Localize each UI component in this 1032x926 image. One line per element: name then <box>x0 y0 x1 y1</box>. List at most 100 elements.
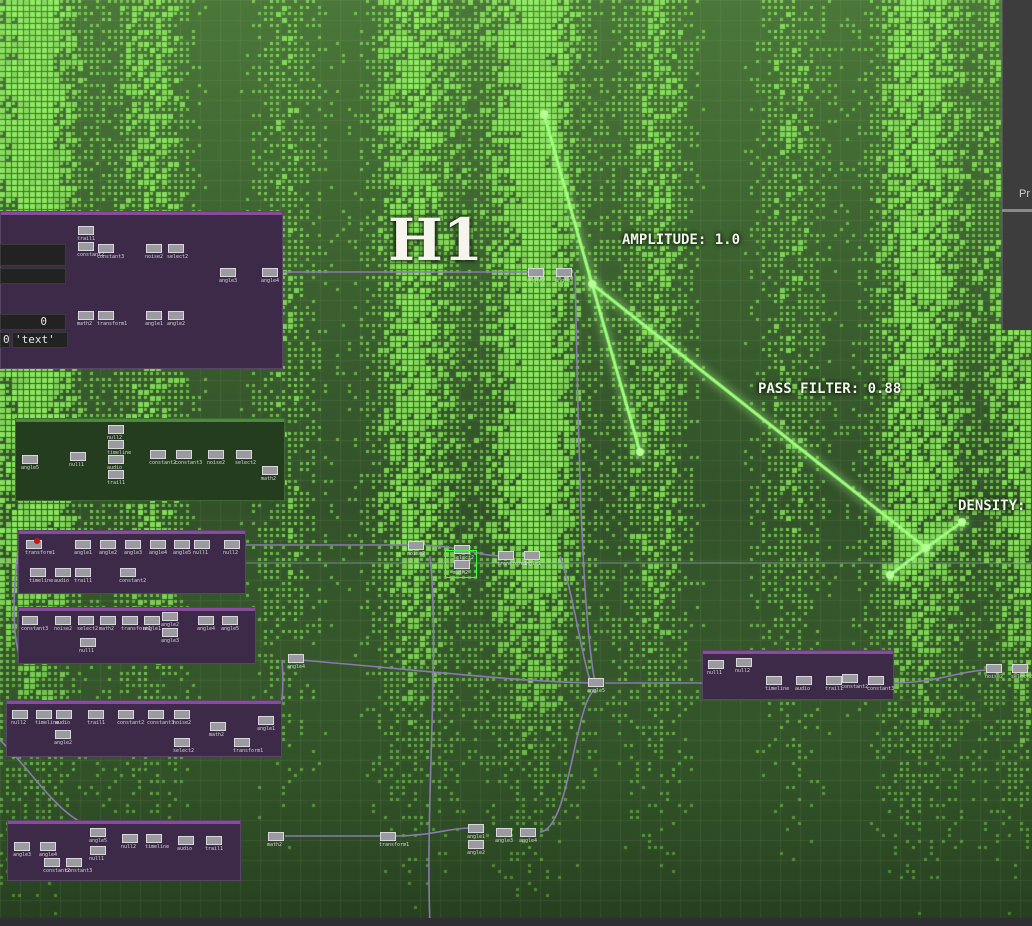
operator-node-19[interactable] <box>176 450 192 459</box>
table-dat-viewer[interactable]: 0 0 'text' <box>0 244 72 348</box>
operator-node-86[interactable] <box>268 832 284 841</box>
operator-node-42[interactable] <box>162 628 178 637</box>
operator-node-4[interactable] <box>146 244 162 253</box>
operator-node-label: null1 <box>79 648 95 654</box>
operator-node-57[interactable] <box>55 730 71 739</box>
operator-node-53[interactable] <box>174 738 190 747</box>
operator-node-29[interactable] <box>194 540 210 549</box>
operator-node-6[interactable] <box>78 311 94 320</box>
operator-node-79[interactable] <box>766 676 782 685</box>
operator-node-5[interactable] <box>168 244 184 253</box>
operator-node-71[interactable] <box>498 551 514 560</box>
operator-node-87[interactable] <box>380 832 396 841</box>
operator-node-76[interactable] <box>588 678 604 687</box>
operator-node-39[interactable] <box>122 616 138 625</box>
network-panel-right[interactable] <box>702 650 894 700</box>
operator-node-30[interactable] <box>224 540 240 549</box>
operator-node-31[interactable] <box>30 568 46 577</box>
operator-node-38[interactable] <box>100 616 116 625</box>
operator-node-77[interactable] <box>708 660 724 669</box>
operator-node-63[interactable] <box>146 834 162 843</box>
operator-node-81[interactable] <box>826 676 842 685</box>
operator-node-label: math2 <box>261 476 277 482</box>
operator-node-label: select2 <box>167 254 189 260</box>
operator-node-21[interactable] <box>236 450 252 459</box>
operator-node-40[interactable] <box>144 616 160 625</box>
table-cell-text: 'text' <box>12 332 68 348</box>
operator-node-67[interactable] <box>66 858 82 867</box>
operator-node-18[interactable] <box>150 450 166 459</box>
operator-node-3[interactable] <box>98 244 114 253</box>
operator-node-12[interactable] <box>22 455 38 464</box>
operator-node-50[interactable] <box>118 710 134 719</box>
operator-node-17[interactable] <box>108 470 124 479</box>
operator-node-27[interactable] <box>150 540 166 549</box>
operator-node-34[interactable] <box>120 568 136 577</box>
operator-node-54[interactable] <box>210 722 226 731</box>
operator-node-83[interactable] <box>868 676 884 685</box>
operator-node-33[interactable] <box>75 568 91 577</box>
operator-node-7[interactable] <box>98 311 114 320</box>
operator-node-label: constant3 <box>175 460 203 466</box>
operator-node-label: constant2 <box>119 578 147 584</box>
operator-node-47[interactable] <box>36 710 52 719</box>
operator-node-61[interactable] <box>90 846 106 855</box>
operator-node-78[interactable] <box>736 658 752 667</box>
operator-node-59[interactable] <box>40 842 56 851</box>
operator-node-26[interactable] <box>125 540 141 549</box>
operator-node-73[interactable] <box>528 268 544 277</box>
operator-node-44[interactable] <box>222 616 238 625</box>
operator-node-32[interactable] <box>55 568 71 577</box>
operator-node-65[interactable] <box>206 836 222 845</box>
operator-node-51[interactable] <box>148 710 164 719</box>
operator-node-2[interactable] <box>78 242 94 251</box>
operator-node-37[interactable] <box>78 616 94 625</box>
operator-node-62[interactable] <box>122 834 138 843</box>
operator-node-49[interactable] <box>88 710 104 719</box>
operator-node-55[interactable] <box>234 738 250 747</box>
parameter-side-panel[interactable] <box>1002 0 1032 330</box>
operator-node-89[interactable] <box>468 840 484 849</box>
operator-node-72[interactable] <box>524 551 540 560</box>
operator-node-1[interactable] <box>78 226 94 235</box>
operator-node-15[interactable] <box>108 440 124 449</box>
operator-node-43[interactable] <box>198 616 214 625</box>
operator-node-58[interactable] <box>14 842 30 851</box>
operator-node-28[interactable] <box>174 540 190 549</box>
operator-node-36[interactable] <box>55 616 71 625</box>
operator-node-20[interactable] <box>208 450 224 459</box>
operator-node-75[interactable] <box>288 654 304 663</box>
operator-node-84[interactable] <box>986 664 1002 673</box>
operator-node-46[interactable] <box>12 710 28 719</box>
operator-node-64[interactable] <box>178 836 194 845</box>
operator-node-74[interactable] <box>556 268 572 277</box>
operator-node-41[interactable] <box>162 612 178 621</box>
operator-node-25[interactable] <box>100 540 116 549</box>
operator-node-52[interactable] <box>174 710 190 719</box>
operator-node-68[interactable] <box>408 541 424 550</box>
operator-node-24[interactable] <box>75 540 91 549</box>
operator-node-22[interactable] <box>262 466 278 475</box>
operator-node-90[interactable] <box>496 828 512 837</box>
operator-node-45[interactable] <box>80 638 96 647</box>
operator-node-85[interactable] <box>1012 664 1028 673</box>
operator-node-48[interactable] <box>56 710 72 719</box>
operator-node-11[interactable] <box>262 268 278 277</box>
operator-node-80[interactable] <box>796 676 812 685</box>
operator-node-13[interactable] <box>70 452 86 461</box>
operator-node-91[interactable] <box>520 828 536 837</box>
operator-node-35[interactable] <box>22 616 38 625</box>
operator-node-8[interactable] <box>146 311 162 320</box>
operator-node-66[interactable] <box>44 858 60 867</box>
operator-node-14[interactable] <box>108 425 124 434</box>
operator-node-9[interactable] <box>168 311 184 320</box>
operator-node-82[interactable] <box>842 674 858 683</box>
operator-node-16[interactable] <box>108 455 124 464</box>
operator-node-60[interactable] <box>90 828 106 837</box>
table-cell-value: 0 <box>0 314 66 330</box>
operator-node-10[interactable] <box>220 268 236 277</box>
operator-node-88[interactable] <box>468 824 484 833</box>
operator-node-label: trail1 <box>107 480 126 486</box>
operator-node-label: select2 <box>77 626 99 632</box>
operator-node-56[interactable] <box>258 716 274 725</box>
